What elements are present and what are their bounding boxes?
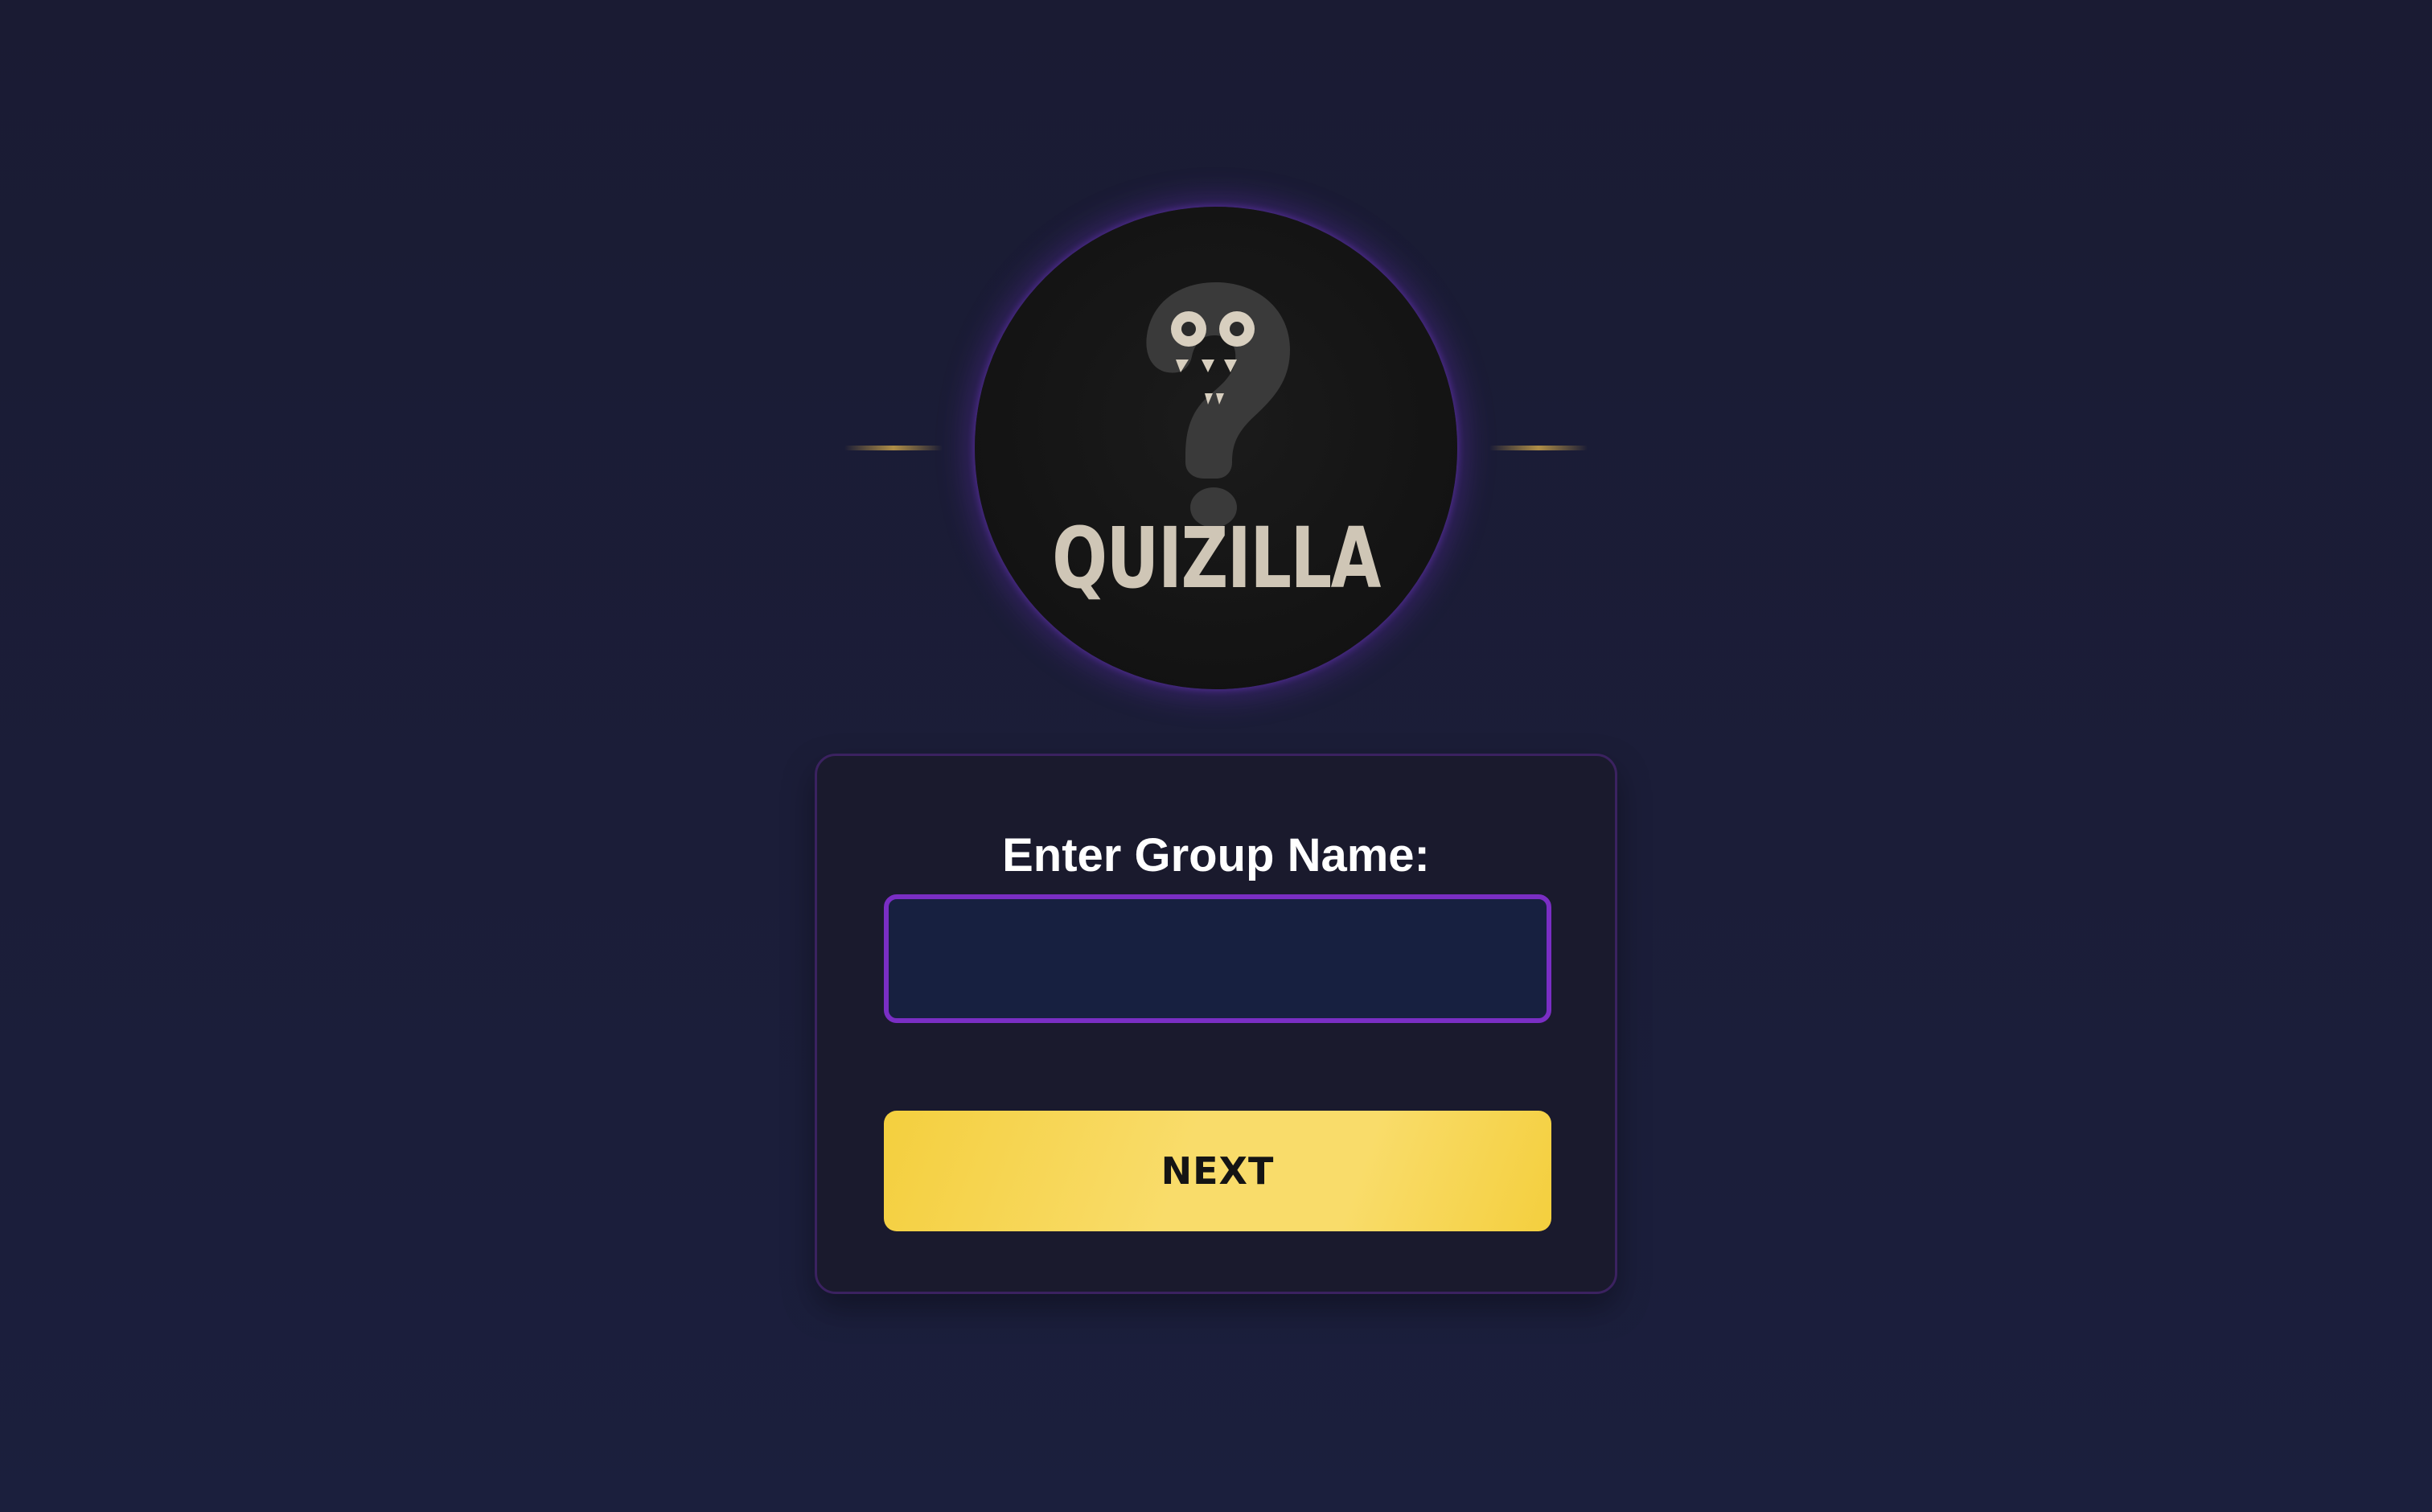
group-name-label: Enter Group Name: — [1002, 829, 1430, 881]
group-name-input[interactable] — [884, 894, 1551, 1023]
group-name-card: Enter Group Name: NEXT — [815, 754, 1617, 1294]
question-mark-monster-icon — [1146, 282, 1290, 528]
question-mark-shape — [1146, 282, 1290, 479]
next-button[interactable]: NEXT — [884, 1111, 1551, 1231]
decorative-line-left — [844, 446, 943, 450]
logo-wordmark: QUIZILLA — [1052, 509, 1381, 607]
quizilla-logo: QUIZILLA — [975, 207, 1457, 689]
decorative-line-right — [1489, 446, 1588, 450]
